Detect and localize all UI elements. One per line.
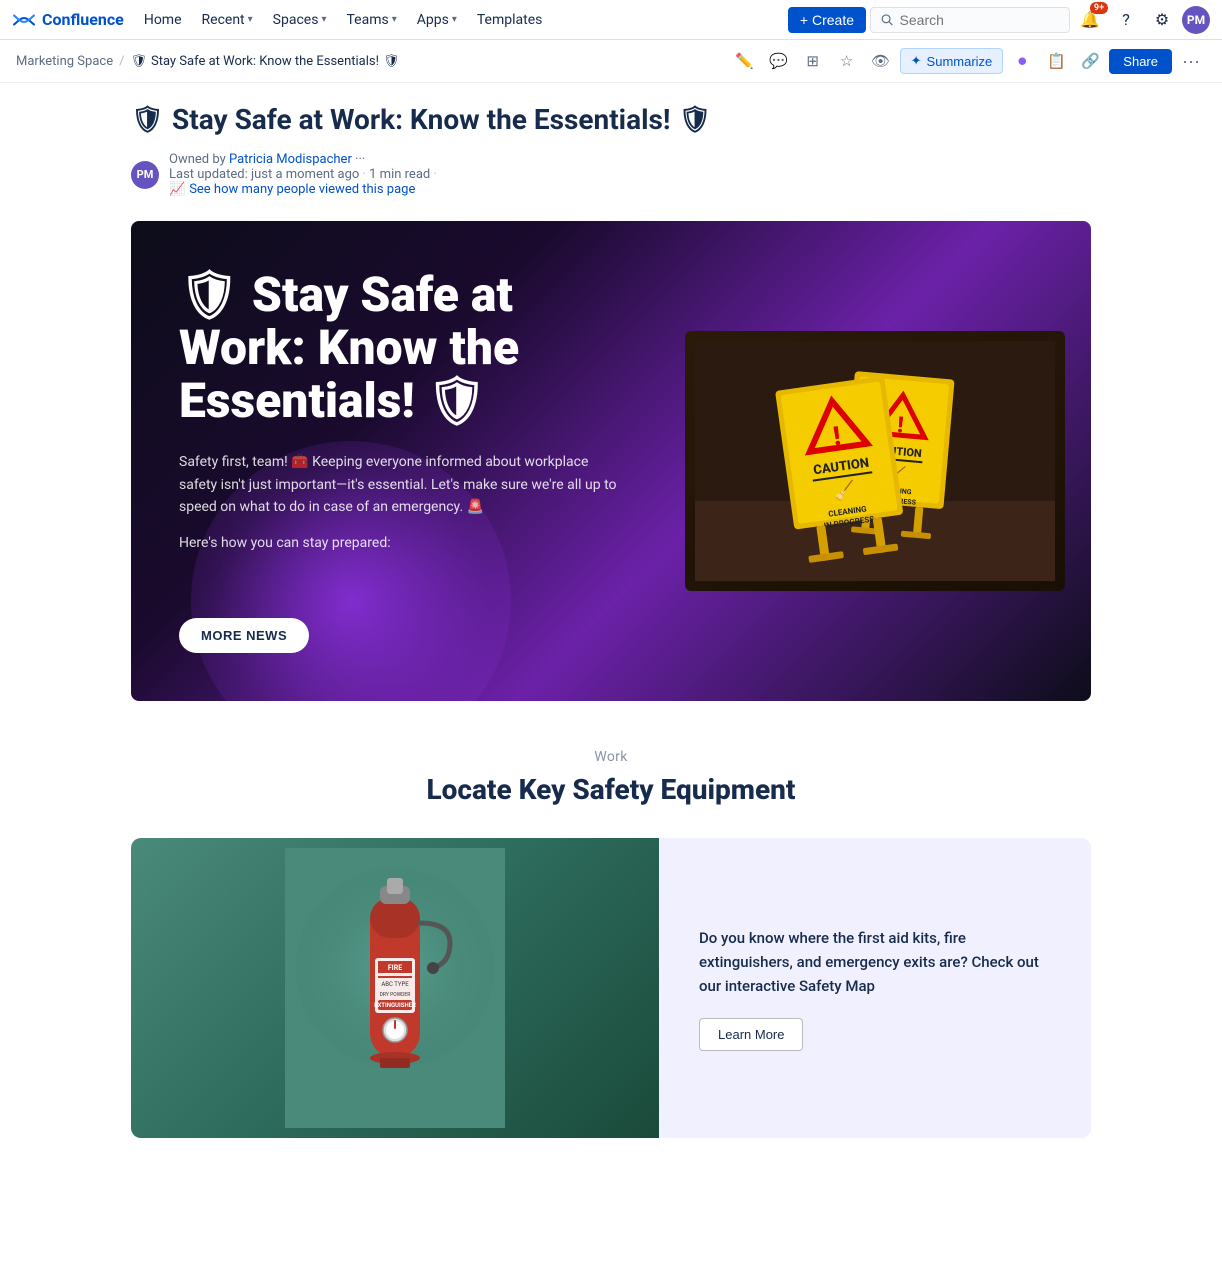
views-link[interactable]: 📈 See how many people viewed this page	[169, 182, 437, 197]
page-icon-right: 🛡	[383, 54, 400, 69]
nav-teams[interactable]: Teams ▾	[338, 8, 404, 32]
breadcrumb-parent[interactable]: Marketing Space	[16, 54, 113, 69]
watch-button[interactable]: 👁	[866, 46, 896, 76]
section-title: Locate Key Safety Equipment	[131, 773, 1091, 806]
top-navbar: Confluence Home Recent ▾ Spaces ▾ Teams …	[0, 0, 1222, 40]
svg-text:DRY POWDER: DRY POWDER	[380, 992, 411, 998]
hero-title-icon: 🛡	[179, 266, 240, 323]
ai-icon: ✦	[911, 53, 922, 69]
more-news-button[interactable]: MORE NEWS	[179, 618, 309, 653]
search-bar[interactable]	[870, 7, 1070, 33]
settings-button[interactable]: ⚙	[1146, 4, 1178, 36]
title-icon-right: 🛡	[678, 105, 711, 135]
search-input[interactable]	[900, 12, 1059, 28]
create-button[interactable]: + Create	[788, 7, 866, 33]
comment-button[interactable]: 💬	[764, 46, 794, 76]
user-avatar[interactable]: PM	[1182, 6, 1210, 34]
svg-text:🧹: 🧹	[832, 479, 857, 504]
hero-title: 🛡 Stay Safe at Work: Know the Essentials…	[179, 269, 619, 427]
link-button[interactable]: 🔗	[1075, 46, 1105, 76]
chevron-down-icon: ▾	[248, 14, 253, 25]
help-icon: ?	[1122, 10, 1130, 29]
hero-left-content: 🛡 Stay Safe at Work: Know the Essentials…	[131, 221, 659, 701]
page-content: 🛡 Stay Safe at Work: Know the Essentials…	[107, 83, 1115, 1198]
svg-text:FIRE: FIRE	[388, 964, 402, 972]
breadcrumb-bar: Marketing Space / 🛡 Stay Safe at Work: K…	[0, 40, 1222, 83]
svg-text:ABC TYPE: ABC TYPE	[381, 981, 409, 988]
more-options-button[interactable]: ···	[1176, 46, 1206, 76]
breadcrumb-current: 🛡 Stay Safe at Work: Know the Essentials…	[130, 54, 399, 69]
page-title-row: 🛡 Stay Safe at Work: Know the Essentials…	[131, 103, 1091, 136]
nav-apps[interactable]: Apps ▾	[409, 8, 465, 32]
nav-spaces[interactable]: Spaces ▾	[265, 8, 335, 32]
share-button[interactable]: Share	[1109, 49, 1172, 74]
author-link[interactable]: Patricia Modispacher	[229, 152, 352, 167]
chevron-down-icon: ▾	[452, 14, 457, 25]
nav-recent[interactable]: Recent ▾	[194, 8, 261, 32]
meta-details: Last updated: just a moment ago · 1 min …	[169, 167, 437, 197]
page-toolbar: ✏️ 💬 ⊞ ☆ 👁 ✦ Summarize ⏺ 📋 🔗 Share ···	[730, 46, 1206, 76]
hero-title-icon2: 🛡	[427, 372, 488, 429]
nav-home[interactable]: Home	[136, 8, 190, 32]
title-icon-left: 🛡	[131, 105, 164, 135]
star-button[interactable]: ☆	[832, 46, 862, 76]
page-title: Stay Safe at Work: Know the Essentials!	[172, 103, 670, 136]
logo-text: Confluence	[42, 10, 124, 29]
help-button[interactable]: ?	[1110, 4, 1142, 36]
template-button[interactable]: 📋	[1041, 46, 1071, 76]
svg-text:EXTINGUISHER: EXTINGUISHER	[374, 1002, 416, 1009]
notification-badge: 9+	[1090, 2, 1108, 14]
safety-description: Do you know where the first aid kits, fi…	[699, 926, 1051, 998]
notifications-button[interactable]: 🔔 9+	[1074, 4, 1106, 36]
page-meta: PM Owned by Patricia Modispacher ··· Las…	[131, 152, 1091, 197]
caution-sign-illustration: ! CAUTION 🧹 CLEANING IN PROGRESS	[695, 341, 1055, 581]
breadcrumb-separator: /	[119, 54, 124, 69]
chevron-down-icon: ▾	[321, 14, 326, 25]
page-icon: 🛡	[130, 54, 147, 69]
hero-right-content: ! CAUTION 🧹 CLEANING IN PROGRESS	[659, 221, 1091, 701]
section-label: Work	[131, 749, 1091, 765]
loom-button[interactable]: ⏺	[1007, 46, 1037, 76]
confluence-logo[interactable]: Confluence	[12, 8, 124, 32]
nav-templates[interactable]: Templates	[469, 8, 551, 32]
chevron-down-icon: ▾	[392, 14, 397, 25]
hero-subtitle: Here's how you can stay prepared:	[179, 535, 619, 551]
author-line: Owned by Patricia Modispacher ···	[169, 152, 437, 167]
learn-more-button[interactable]: Learn More	[699, 1018, 803, 1051]
chart-icon: 📈	[169, 182, 185, 197]
fire-extinguisher-image: FIRE ABC TYPE DRY POWDER EXTINGUISHER	[131, 838, 659, 1138]
gear-icon: ⚙	[1155, 10, 1169, 29]
fire-extinguisher-illustration: FIRE ABC TYPE DRY POWDER EXTINGUISHER	[285, 848, 505, 1128]
author-avatar: PM	[131, 161, 159, 189]
safety-text-content: Do you know where the first aid kits, fi…	[659, 838, 1091, 1138]
layout-button[interactable]: ⊞	[798, 46, 828, 76]
breadcrumb: Marketing Space / 🛡 Stay Safe at Work: K…	[16, 54, 399, 69]
hero-description: Safety first, team! 🧰 Keeping everyone i…	[179, 451, 619, 518]
summarize-button[interactable]: ✦ Summarize	[900, 48, 1004, 74]
edit-button[interactable]: ✏️	[730, 46, 760, 76]
search-icon	[881, 13, 894, 27]
hero-banner: 🛡 Stay Safe at Work: Know the Essentials…	[131, 221, 1091, 701]
caution-image: ! CAUTION 🧹 CLEANING IN PROGRESS	[685, 331, 1065, 591]
safety-equipment-section: FIRE ABC TYPE DRY POWDER EXTINGUISHER Do…	[131, 838, 1091, 1138]
